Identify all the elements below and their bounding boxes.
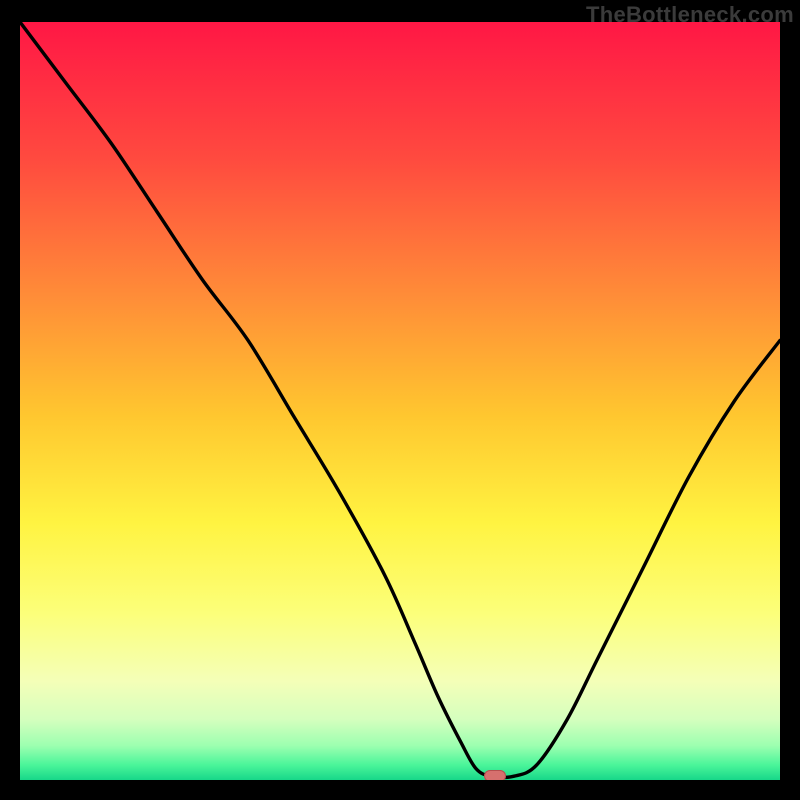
watermark-text: TheBottleneck.com <box>586 2 794 28</box>
optimal-marker <box>484 770 506 780</box>
gradient-background <box>20 22 780 780</box>
chart-frame: TheBottleneck.com <box>0 0 800 800</box>
plot-area <box>20 22 780 780</box>
plot-svg <box>20 22 780 780</box>
